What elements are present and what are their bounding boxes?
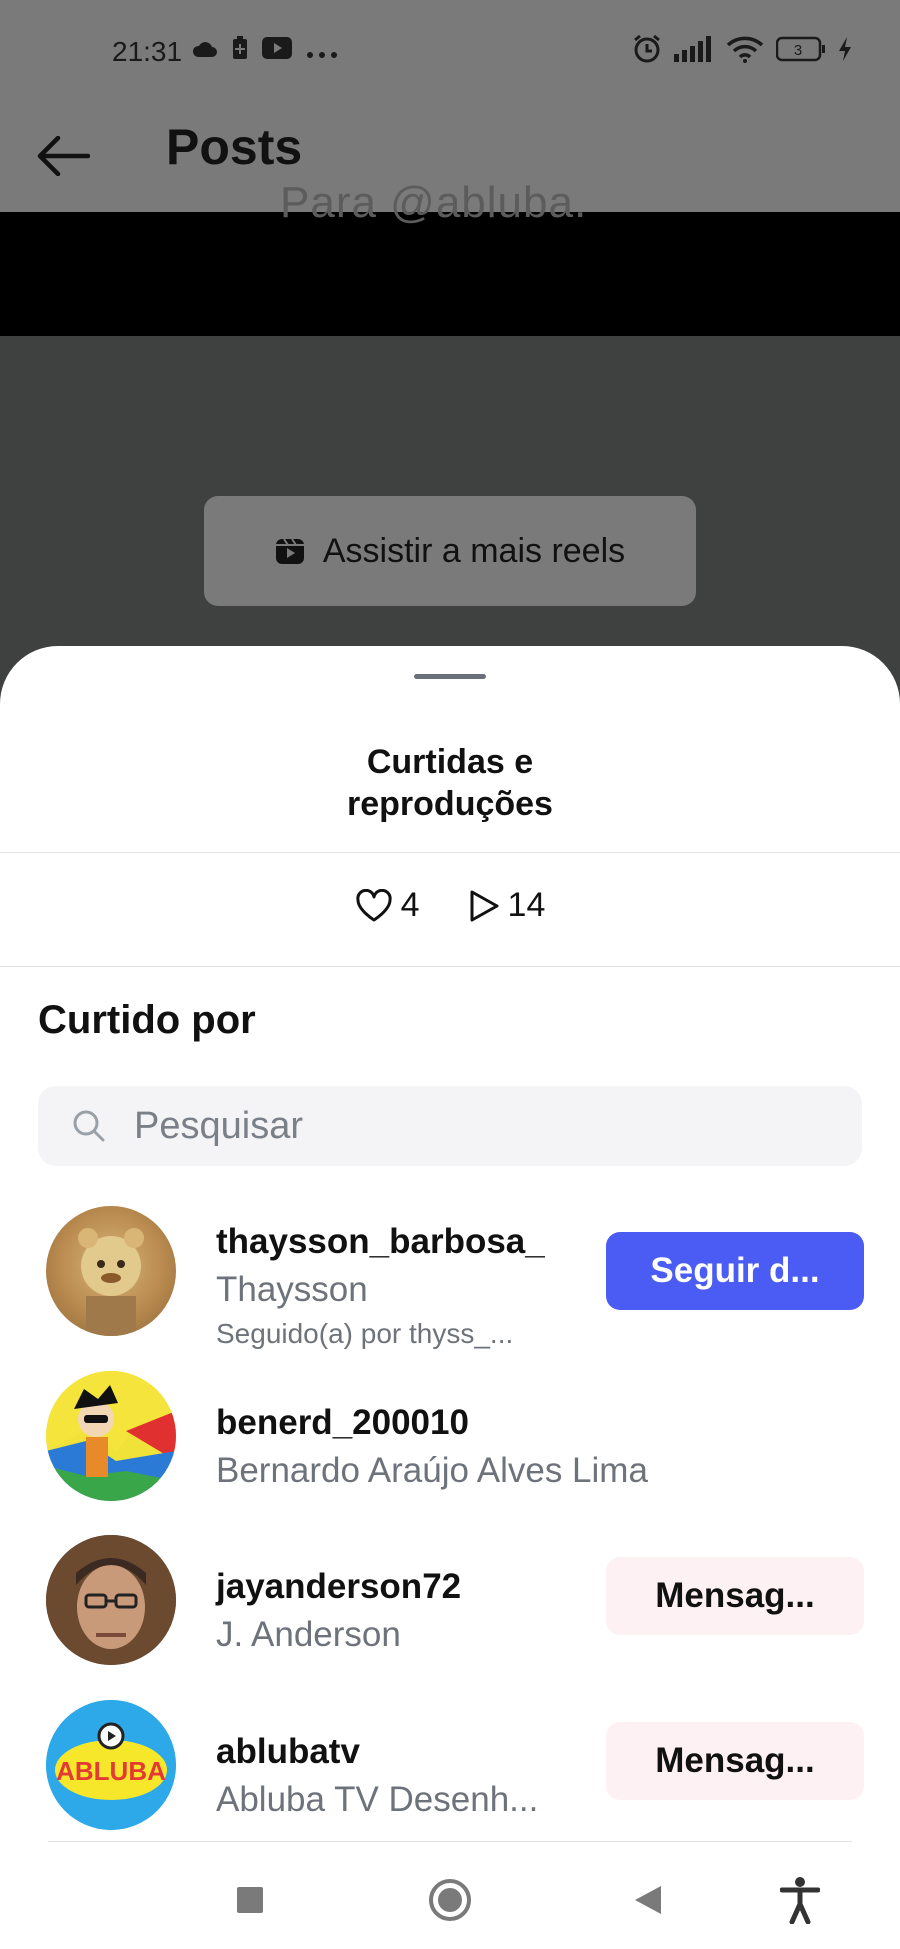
video-area	[0, 212, 900, 336]
home-circle-icon	[429, 1879, 471, 1921]
sheet-title: Curtidas e reproduções	[0, 741, 900, 825]
search-icon	[73, 1110, 105, 1142]
sheet-title-line2: reproduções	[347, 785, 553, 823]
message-button[interactable]: Mensag...	[606, 1722, 864, 1800]
more-dots-icon	[306, 37, 338, 67]
full-name: J. Anderson	[216, 1615, 401, 1654]
likes-bottom-sheet: Curtidas e reproduções 4 14 Curtido por …	[0, 646, 900, 1949]
search-bar[interactable]	[38, 1086, 862, 1166]
list-item[interactable]: jayanderson72 J. Anderson Mensag...	[0, 1525, 900, 1675]
svg-text:ABLUBA: ABLUBA	[56, 1756, 166, 1786]
signal-icon	[674, 36, 714, 70]
heart-icon	[356, 888, 392, 921]
likes-stat: 4	[355, 886, 420, 925]
youtube-icon	[262, 37, 292, 67]
full-name: Bernardo Araújo Alves Lima	[216, 1451, 648, 1490]
plays-stat: 14	[468, 886, 546, 925]
likes-count: 4	[400, 886, 420, 924]
divider	[0, 852, 900, 853]
back-button[interactable]	[30, 126, 96, 186]
sheet-title-line1: Curtidas e	[366, 743, 534, 781]
list-item[interactable]: ABLUBA ablubatv Abluba TV Desenh... Mens…	[0, 1690, 900, 1840]
status-time: 21:31	[112, 36, 183, 67]
arrow-left-icon	[37, 136, 90, 176]
status-left-icons	[192, 36, 338, 68]
list-item[interactable]: thaysson_barbosa_ Thaysson Seguido(a) po…	[0, 1196, 900, 1349]
username[interactable]: ablubatv	[216, 1732, 360, 1772]
liked-by-heading: Curtido por	[38, 998, 256, 1042]
stats-row: 4 14	[0, 886, 900, 925]
page-title: Posts	[166, 119, 303, 175]
full-name: Thaysson	[216, 1270, 368, 1309]
square-icon	[237, 1887, 263, 1913]
followed-by-text: Seguido(a) por thyss_...	[216, 1318, 514, 1349]
reels-icon	[275, 538, 304, 564]
sheet-drag-handle[interactable]	[414, 674, 486, 679]
back-nav-button[interactable]	[618, 1870, 678, 1930]
charging-icon	[838, 37, 852, 69]
battery-saver-icon	[232, 36, 248, 68]
system-nav-bar	[0, 1852, 900, 1949]
search-input[interactable]	[134, 1104, 834, 1148]
accessibility-icon	[780, 1877, 820, 1924]
avatar[interactable]	[46, 1535, 176, 1665]
avatar[interactable]	[46, 1206, 176, 1336]
alarm-icon	[632, 34, 662, 72]
caption-overflow-text: Para @abluba.	[280, 178, 588, 227]
reels-button-label: Assistir a mais reels	[322, 531, 626, 570]
avatar[interactable]: ABLUBA	[46, 1700, 176, 1830]
follow-back-button[interactable]: Seguir d...	[606, 1232, 864, 1310]
username[interactable]: jayanderson72	[216, 1567, 461, 1607]
wifi-icon	[726, 35, 764, 71]
play-icon	[470, 890, 499, 921]
full-name: Abluba TV Desenh...	[216, 1780, 539, 1819]
divider	[48, 1841, 852, 1842]
accessibility-button[interactable]	[770, 1870, 830, 1930]
message-button[interactable]: Mensag...	[606, 1557, 864, 1635]
recents-button[interactable]	[220, 1870, 280, 1930]
cloud-icon	[192, 37, 218, 67]
avatar[interactable]	[46, 1371, 176, 1501]
watch-more-reels-button[interactable]: Assistir a mais reels	[204, 496, 696, 606]
battery-icon: 3	[775, 36, 826, 70]
username[interactable]: thaysson_barbosa_	[216, 1222, 545, 1262]
home-button[interactable]	[420, 1870, 480, 1930]
svg-text:3: 3	[794, 42, 802, 59]
divider	[0, 966, 900, 967]
status-right-icons: 3	[632, 34, 852, 72]
username[interactable]: benerd_200010	[216, 1403, 469, 1443]
list-item[interactable]: benerd_200010 Bernardo Araújo Alves Lima	[0, 1361, 900, 1511]
plays-count: 14	[507, 886, 546, 924]
triangle-back-icon	[635, 1886, 661, 1914]
status-bar: 21:31 3	[0, 0, 900, 100]
